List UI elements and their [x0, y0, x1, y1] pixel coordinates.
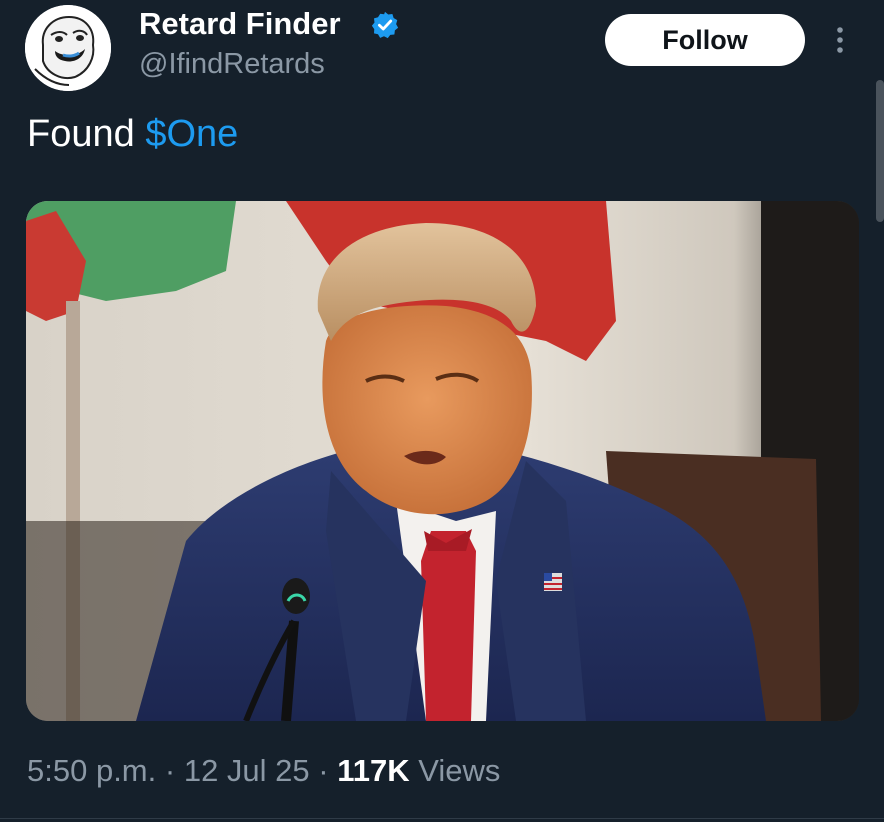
author-avatar[interactable] [25, 5, 111, 91]
tweet-detail: Retard Finder @IfindRetards Follow Found… [0, 0, 884, 822]
tweet-time[interactable]: 5:50 p.m. [27, 753, 156, 788]
cashtag-link[interactable]: $One [145, 113, 238, 155]
meta-separator: · [164, 753, 176, 788]
divider [0, 818, 884, 819]
tweet-text: Found $One [27, 113, 238, 156]
author-handle[interactable]: @IfindRetards [139, 48, 325, 81]
tweet-photo[interactable] [26, 201, 859, 721]
meta-separator: · [318, 753, 329, 788]
tweet-meta: 5:50 p.m. · 12 Jul 25 · 117K Views [27, 753, 500, 789]
follow-button[interactable]: Follow [605, 14, 805, 66]
views-count: 117K [337, 753, 410, 788]
tweet-text-prefix: Found [27, 113, 146, 155]
tweet-date[interactable]: 12 Jul 25 [184, 753, 310, 788]
more-vertical-icon[interactable] [828, 22, 852, 58]
verified-badge-icon [371, 11, 399, 39]
meme-face-avatar-icon [25, 5, 111, 91]
views-label: Views [418, 753, 501, 788]
author-display-name[interactable]: Retard Finder [139, 6, 341, 42]
scrollbar-thumb[interactable] [876, 80, 884, 222]
photo-man-in-suit-at-microphone [26, 201, 859, 721]
